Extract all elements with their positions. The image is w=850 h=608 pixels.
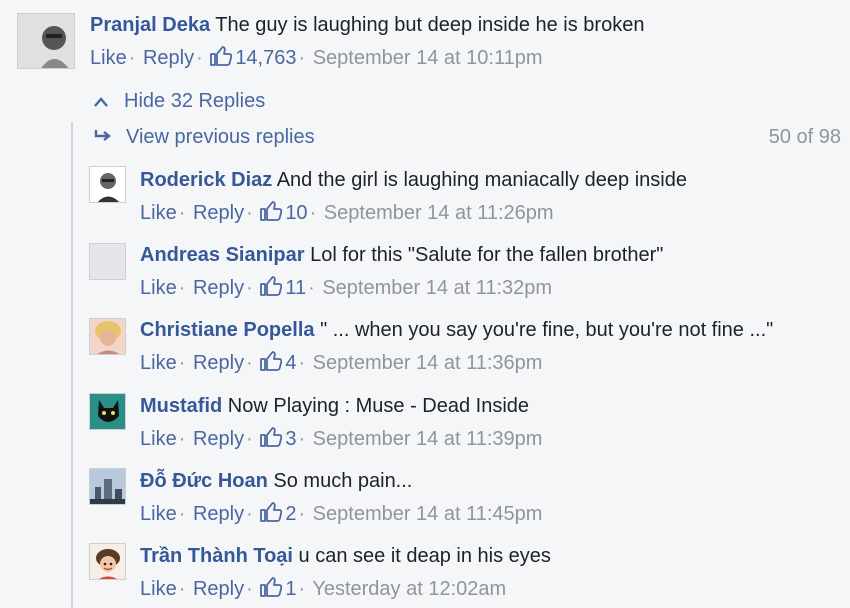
reply-actions: Like · Reply · 10 · September 14 at 11:26pm <box>140 201 554 227</box>
author-name[interactable]: Christiane Popella <box>140 319 315 341</box>
like-link[interactable]: Like <box>140 578 177 600</box>
hide-replies-label: Hide 32 Replies <box>124 90 266 112</box>
like-link[interactable]: Like <box>140 202 177 224</box>
timestamp[interactable]: September 14 at 11:45pm <box>313 503 543 525</box>
thumbs-up-icon[interactable] <box>260 276 283 302</box>
reply-link[interactable]: Reply <box>143 47 194 69</box>
reply-body: Christiane Popella " ... when you say yo… <box>140 319 773 342</box>
avatar[interactable] <box>89 543 126 580</box>
reply-counter: 50 of 98 <box>768 126 841 148</box>
reply-actions: Like · Reply · 3 · September 14 at 11:39pm <box>140 427 542 453</box>
comment-body: Pranjal Deka The guy is laughing but dee… <box>90 14 644 37</box>
avatar[interactable] <box>89 166 126 203</box>
like-link[interactable]: Like <box>140 428 177 450</box>
timestamp[interactable]: Yesterday at 12:02am <box>312 578 506 600</box>
thumbs-up-icon[interactable] <box>260 577 283 603</box>
chevron-up-icon <box>94 90 124 112</box>
author-name[interactable]: Andreas Sianipar <box>140 244 305 266</box>
avatar[interactable] <box>17 13 75 69</box>
author-name[interactable]: Mustafid <box>140 395 222 417</box>
view-previous-replies[interactable]: View previous replies <box>94 126 315 149</box>
thumbs-up-icon[interactable] <box>260 351 283 377</box>
comment-text: " ... when you say you're fine, but you'… <box>320 319 774 341</box>
comment-text: u can see it deap in his eyes <box>298 545 551 567</box>
reply-actions: Like · Reply · 1 · Yesterday at 12:02am <box>140 577 506 603</box>
timestamp[interactable]: September 14 at 11:39pm <box>313 428 543 450</box>
like-count[interactable]: 2 <box>285 503 296 525</box>
like-link[interactable]: Like <box>140 277 177 299</box>
like-link[interactable]: Like <box>90 47 127 69</box>
timestamp[interactable]: September 14 at 10:11pm <box>313 47 543 69</box>
comment-text: The guy is laughing but deep inside he i… <box>215 14 645 36</box>
comment-text: Lol for this "Salute for the fallen brot… <box>310 244 664 266</box>
avatar[interactable] <box>89 243 126 280</box>
avatar[interactable] <box>89 393 126 430</box>
like-count[interactable]: 1 <box>285 578 296 600</box>
reply-link[interactable]: Reply <box>193 277 244 299</box>
like-count[interactable]: 4 <box>285 352 296 374</box>
like-link[interactable]: Like <box>140 352 177 374</box>
reply-actions: Like · Reply · 2 · September 14 at 11:45pm <box>140 502 542 528</box>
reply-actions: Like · Reply · 4 · September 14 at 11:36pm <box>140 351 542 377</box>
like-count[interactable]: 14,763 <box>235 47 296 69</box>
author-name[interactable]: Pranjal Deka <box>90 14 210 36</box>
reply-body: Andreas Sianipar Lol for this "Salute fo… <box>140 244 663 267</box>
reply-link[interactable]: Reply <box>193 352 244 374</box>
reply-body: Roderick Diaz And the girl is laughing m… <box>140 169 687 192</box>
thread-line <box>71 122 73 608</box>
comment-text: Now Playing : Muse - Dead Inside <box>227 395 530 417</box>
author-name[interactable]: Trần Thành Toại <box>140 545 293 567</box>
thumbs-up-icon[interactable] <box>210 46 233 72</box>
thumbs-up-icon[interactable] <box>260 502 283 528</box>
reply-link[interactable]: Reply <box>193 202 244 224</box>
reply-body: Đỗ Đức Hoan So much pain... <box>140 470 412 493</box>
thumbs-up-icon[interactable] <box>260 201 283 227</box>
like-count[interactable]: 3 <box>285 428 296 450</box>
author-name[interactable]: Roderick Diaz <box>140 169 272 191</box>
like-count[interactable]: 11 <box>285 277 306 299</box>
timestamp[interactable]: September 14 at 11:26pm <box>324 202 554 224</box>
comment-text: So much pain... <box>273 470 413 492</box>
thumbs-up-icon[interactable] <box>260 427 283 453</box>
timestamp[interactable]: September 14 at 11:32pm <box>322 277 552 299</box>
like-count[interactable]: 10 <box>285 202 307 224</box>
reply-arrow-icon <box>94 126 126 148</box>
author-name[interactable]: Đỗ Đức Hoan <box>140 470 268 492</box>
view-previous-label: View previous replies <box>126 126 315 148</box>
reply-link[interactable]: Reply <box>193 428 244 450</box>
avatar[interactable] <box>89 468 126 505</box>
reply-actions: Like · Reply · 11 · September 14 at 11:32pm <box>140 276 552 302</box>
like-link[interactable]: Like <box>140 503 177 525</box>
hide-replies-toggle[interactable]: Hide 32 Replies <box>94 90 265 113</box>
avatar[interactable] <box>89 318 126 355</box>
reply-body: Trần Thành Toại u can see it deap in his… <box>140 545 551 568</box>
comment-text: And the girl is laughing maniacally deep… <box>276 169 687 191</box>
comment-actions: Like · Reply · 14,763 · September 14 at 10:… <box>90 46 543 72</box>
reply-body: Mustafid Now Playing : Muse - Dead Insid… <box>140 395 529 418</box>
timestamp[interactable]: September 14 at 11:36pm <box>313 352 543 374</box>
reply-link[interactable]: Reply <box>193 503 244 525</box>
reply-link[interactable]: Reply <box>193 578 244 600</box>
